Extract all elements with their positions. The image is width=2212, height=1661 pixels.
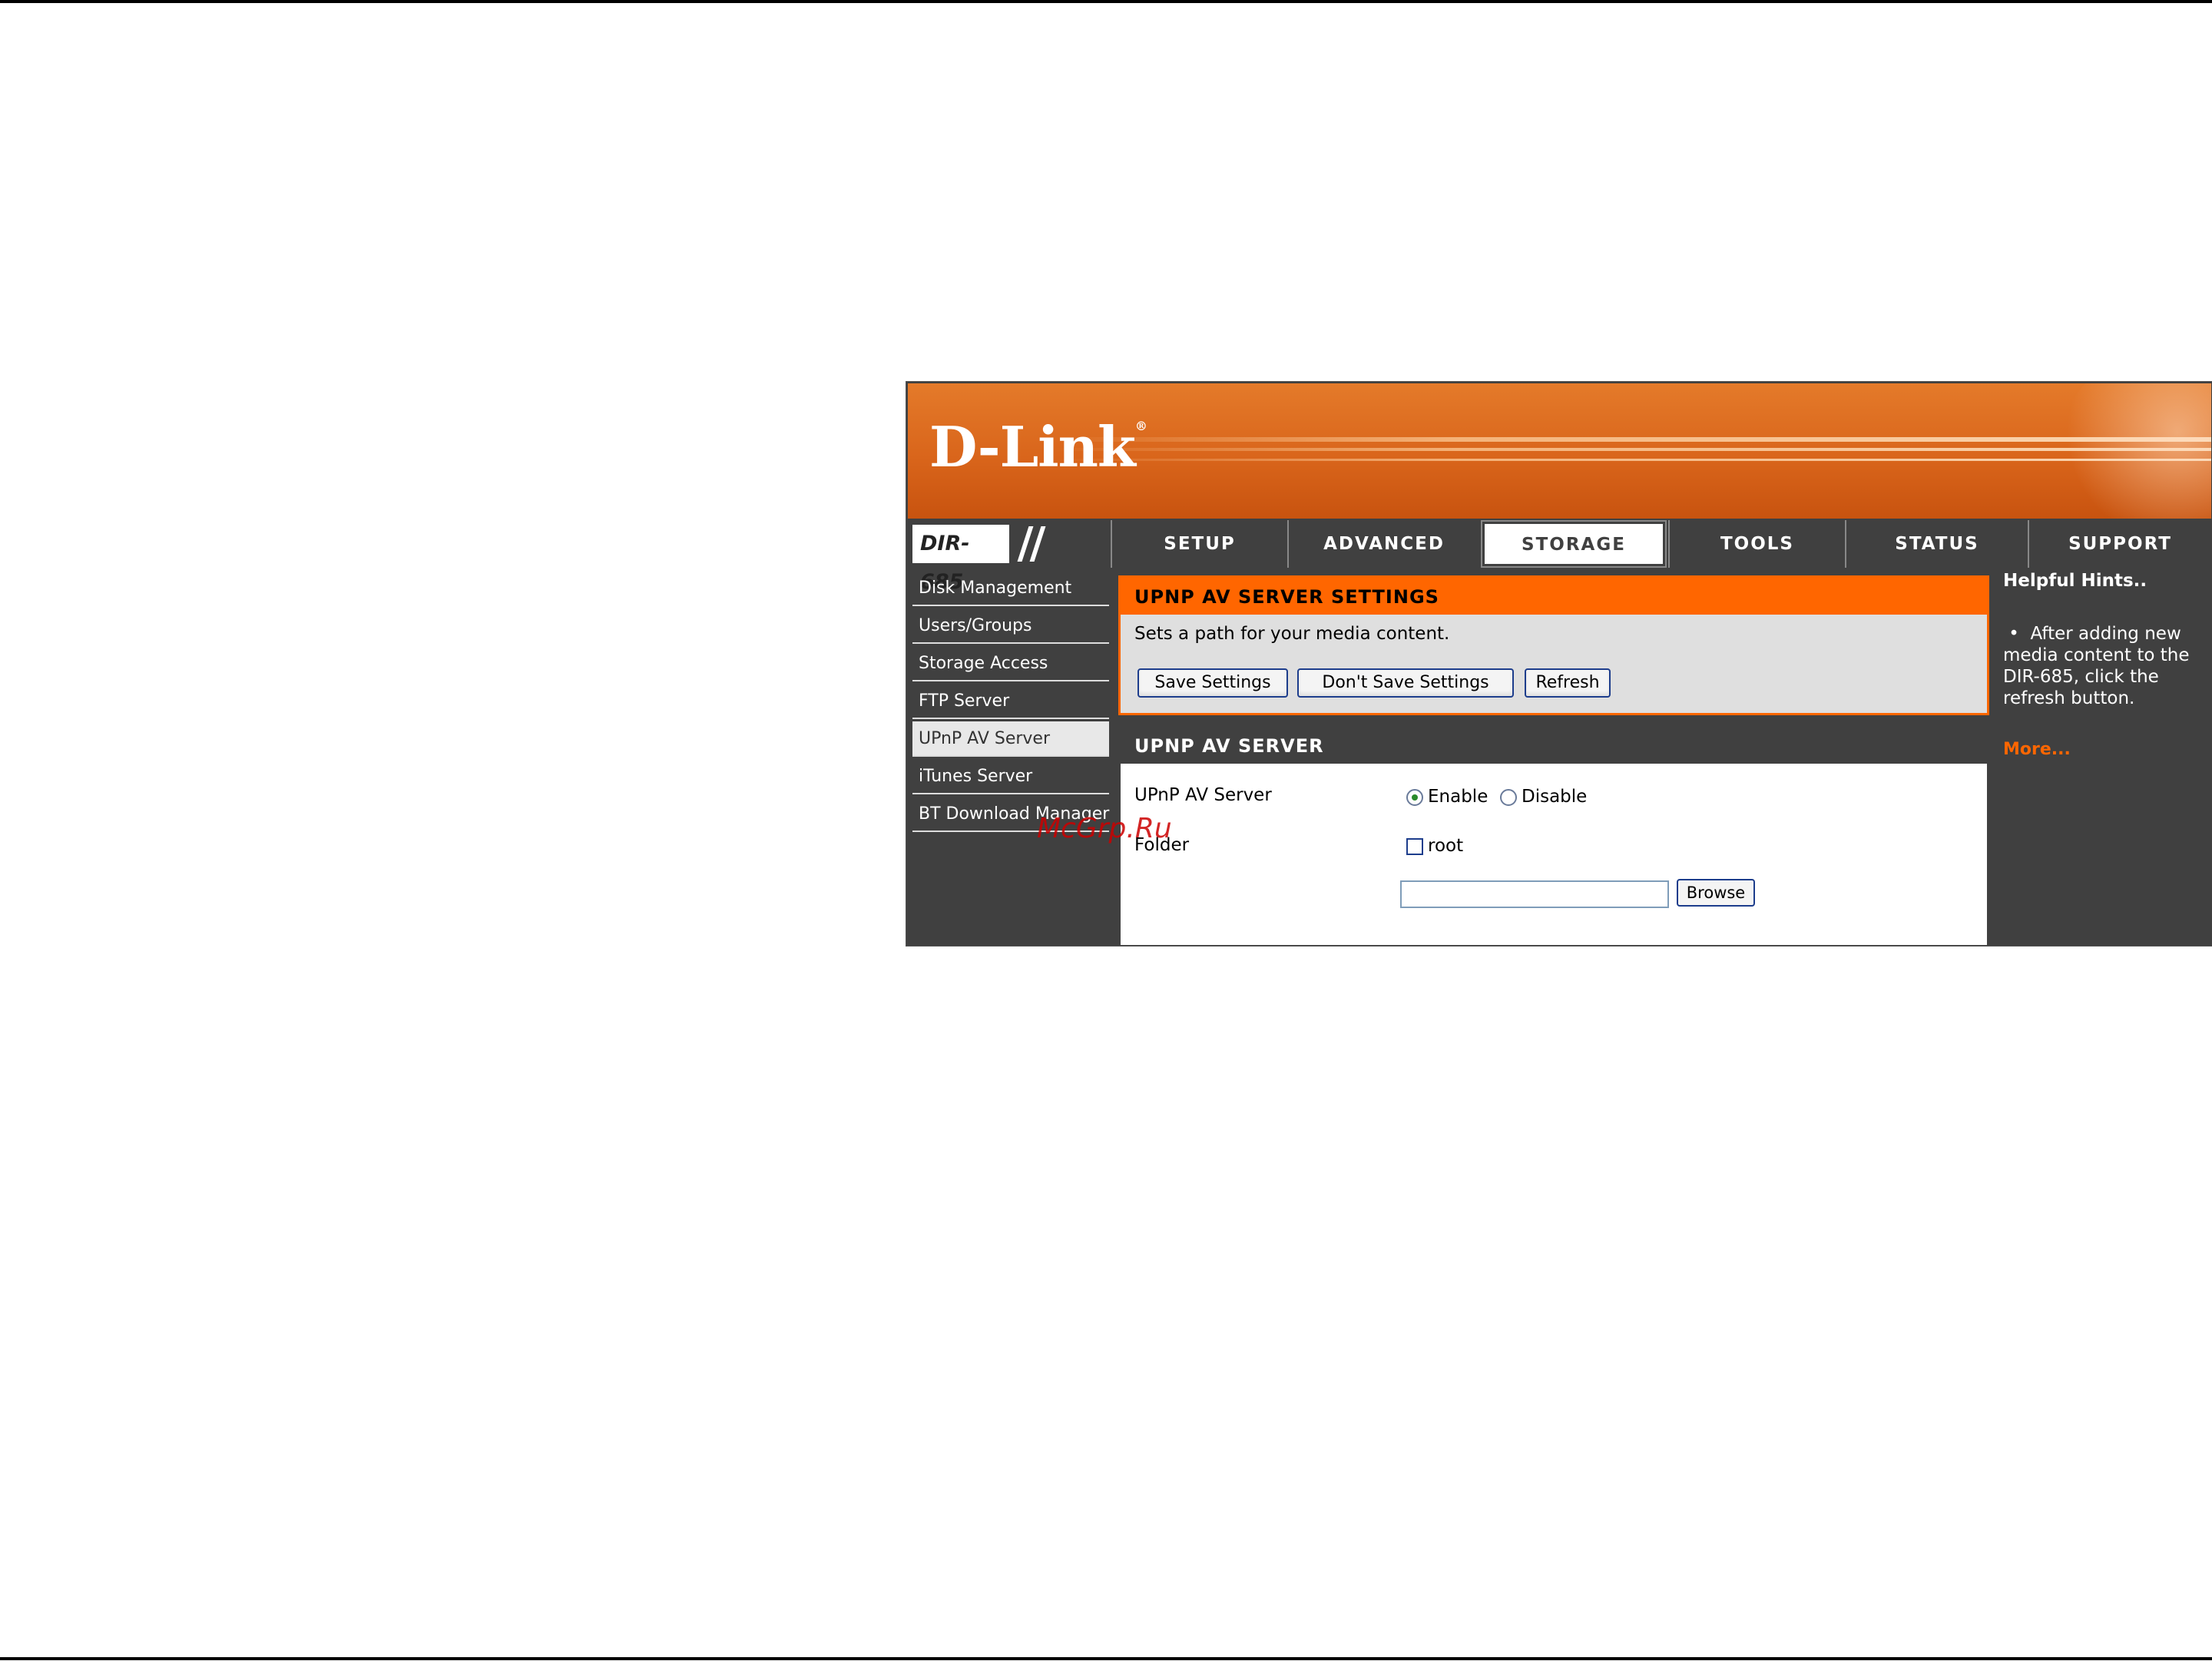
helpful-hints-panel: Helpful Hints.. • After adding new media…	[2000, 569, 2212, 946]
sidebar-item-storage-access[interactable]: Storage Access	[912, 646, 1109, 681]
tab-advanced[interactable]: ADVANCED	[1287, 520, 1479, 568]
root-label: root	[1428, 836, 1464, 856]
folder-path-input[interactable]	[1400, 880, 1669, 908]
tab-status[interactable]: STATUS	[1845, 520, 2028, 568]
tab-support[interactable]: SUPPORT	[2028, 520, 2211, 568]
bullet-icon: •	[2003, 624, 2031, 644]
server-title: UPNP AV SERVER	[1121, 727, 1987, 764]
root-checkbox[interactable]	[1406, 838, 1423, 855]
hints-body: • After adding new media content to the …	[2003, 623, 2209, 709]
brand-banner: D-Link®	[908, 383, 2211, 519]
save-settings-button[interactable]: Save Settings	[1137, 668, 1288, 698]
router-admin-frame: D-Link® DIR-685 SETUP ADVANCED STORAGE T…	[906, 381, 2212, 947]
banner-swoosh	[2058, 383, 2211, 519]
tab-storage[interactable]: STORAGE	[1481, 520, 1667, 568]
logo-text: D-Link	[929, 414, 1136, 479]
hints-text: After adding new media content to the DI…	[2003, 624, 2190, 708]
dlink-logo: D-Link®	[929, 414, 1147, 479]
top-nav: DIR-685 SETUP ADVANCED STORAGE TOOLS STA…	[908, 520, 2211, 594]
sidebar-item-itunes-server[interactable]: iTunes Server	[912, 759, 1109, 794]
hints-title: Helpful Hints..	[2003, 571, 2147, 591]
watermark: McGrp.Ru	[1037, 813, 1172, 844]
model-badge: DIR-685	[912, 525, 1009, 594]
tab-tools[interactable]: TOOLS	[1668, 520, 1845, 568]
page-top-rule	[0, 0, 2212, 3]
sidebar-item-disk-management[interactable]: Disk Management	[912, 571, 1109, 606]
registered-mark: ®	[1134, 419, 1147, 433]
sidebar-item-users-groups[interactable]: Users/Groups	[912, 608, 1109, 644]
banner-streak	[1054, 448, 2211, 451]
dont-save-settings-button[interactable]: Don't Save Settings	[1297, 668, 1514, 698]
refresh-button[interactable]: Refresh	[1525, 668, 1611, 698]
page-bottom-rule	[0, 1657, 2212, 1660]
banner-streak	[1054, 459, 2211, 461]
settings-description: Sets a path for your media content.	[1134, 624, 1450, 644]
enable-radio[interactable]	[1406, 789, 1423, 806]
settings-title: UPNP AV SERVER SETTINGS	[1121, 578, 1987, 615]
more-link[interactable]: More...	[2003, 740, 2071, 759]
banner-streak	[1054, 437, 2211, 442]
browse-button[interactable]: Browse	[1677, 879, 1755, 907]
disable-label: Disable	[1522, 787, 1588, 807]
model-box: DIR-685	[908, 520, 1109, 594]
disable-radio[interactable]	[1500, 789, 1517, 806]
sidebar-item-ftp-server[interactable]: FTP Server	[912, 684, 1109, 719]
tab-setup[interactable]: SETUP	[1111, 520, 1287, 568]
sidebar: Disk Management Users/Groups Storage Acc…	[908, 569, 1111, 946]
sidebar-item-upnp-av-server[interactable]: UPnP AV Server	[912, 721, 1109, 757]
upnp-server-label: UPnP AV Server	[1134, 785, 1272, 805]
settings-panel: UPNP AV SERVER SETTINGS Sets a path for …	[1118, 575, 1989, 715]
enable-label: Enable	[1428, 787, 1488, 807]
upnp-server-panel: UPNP AV SERVER UPnP AV Server Enable Dis…	[1118, 724, 1989, 946]
slash-decoration	[1029, 526, 1046, 562]
